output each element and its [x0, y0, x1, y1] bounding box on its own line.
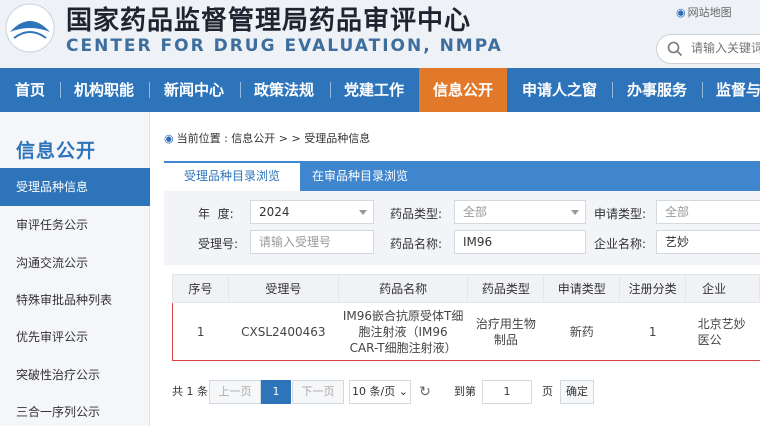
tab-in-review-catalog[interactable]: 在审品种目录浏览 [292, 161, 428, 191]
sidebar-item-breakthrough[interactable]: 突破性治疗公示 [0, 356, 150, 394]
apply-type-label: 申请类型: [594, 207, 647, 221]
chevron-down-icon [359, 210, 367, 215]
nav-info-disclosure[interactable]: 信息公开 [419, 68, 507, 112]
location-pin-icon: ◉ [676, 6, 686, 19]
col-header-accept-no: 受理号 [227, 274, 339, 303]
col-header-drug-name: 药品名称 [337, 274, 469, 303]
sidebar-item-three-in-one[interactable]: 三合一序列公示 [0, 393, 150, 426]
page-unit-label: 页 [542, 385, 553, 398]
sidebar-item-review-tasks[interactable]: 审评任务公示 [0, 206, 150, 244]
nav-services[interactable]: 办事服务 [627, 68, 687, 112]
nav-divider [149, 82, 150, 98]
site-title-cn: 国家药品监督管理局药品审评中心 [66, 6, 472, 36]
drug-name-input[interactable]: IM96 [454, 230, 586, 254]
drug-type-select[interactable]: 全部 [454, 200, 586, 224]
drug-name-label: 药品名称: [390, 237, 443, 251]
company-input[interactable]: 艺妙 [656, 230, 760, 254]
search-icon[interactable] [667, 41, 683, 57]
col-header-reg-class: 注册分类 [619, 274, 687, 303]
search-input[interactable] [691, 41, 760, 55]
nav-divider [330, 82, 331, 98]
tab-bar: 受理品种目录浏览 在审品种目录浏览 [164, 161, 760, 191]
page-1-button[interactable]: 1 [261, 380, 291, 404]
sidebar-item-special-approval[interactable]: 特殊审批品种列表 [0, 281, 150, 319]
chevron-down-icon [571, 210, 579, 215]
nav-divider [60, 82, 61, 98]
cell-reg-class: 1 [619, 302, 686, 361]
nav-divider [702, 82, 703, 98]
page-size-select[interactable]: 10 条/页 ⌄ [349, 380, 411, 404]
cell-drug-type: 治疗用生物制品 [467, 302, 544, 361]
nav-home[interactable]: 首页 [15, 68, 45, 112]
drug-type-value: 全部 [463, 205, 488, 219]
search-box[interactable] [656, 34, 760, 64]
location-pin-icon: ◉ [164, 132, 174, 145]
sidebar-item-communication[interactable]: 沟通交流公示 [0, 244, 150, 282]
year-value: 2024 [259, 205, 290, 219]
sidebar-item-priority-review[interactable]: 优先审评公示 [0, 318, 150, 356]
cell-drug-name: IM96嵌合抗原受体T细胞注射液（IM96 CAR-T细胞注射液） [338, 302, 468, 361]
main-content: ◉ 当前位置 : 信息公开 > > 受理品种信息 受理品种目录浏览 在审品种目录浏… [150, 112, 760, 426]
year-label: 年 度: [198, 207, 234, 221]
sitemap-label: 网站地图 [687, 6, 732, 19]
nav-news[interactable]: 新闻中心 [164, 68, 224, 112]
main-nav: 首页 机构职能 新闻中心 政策法规 党建工作 信息公开 申请人之窗 办事服务 监… [0, 68, 760, 112]
chevron-down-icon: ⌄ [395, 385, 408, 398]
nav-supervision[interactable]: 监督与 [716, 68, 760, 112]
refresh-icon[interactable]: ↻ [418, 380, 432, 404]
apply-type-value: 全部 [665, 205, 690, 219]
goto-label: 到第 [454, 385, 476, 398]
col-header-index: 序号 [172, 274, 229, 303]
table-header-row: 序号 受理号 药品名称 药品类型 申请类型 注册分类 企业 [172, 274, 760, 303]
tab-accepted-catalog[interactable]: 受理品种目录浏览 [164, 161, 301, 191]
nav-functions[interactable]: 机构职能 [74, 68, 134, 112]
next-page-button[interactable]: 下一页 [292, 380, 344, 404]
drug-type-label: 药品类型: [390, 207, 443, 221]
goto-page-input[interactable]: 1 [482, 380, 532, 404]
total-count: 共 1 条 [172, 385, 208, 398]
page-size-value: 10 条/页 [352, 385, 396, 398]
sidebar-item-accepted-varieties[interactable]: 受理品种信息 [0, 168, 150, 206]
cell-apply-type: 新药 [543, 302, 620, 361]
confirm-button[interactable]: 确定 [560, 380, 594, 404]
results-table: 序号 受理号 药品名称 药品类型 申请类型 注册分类 企业 1 CXSL2400… [172, 274, 760, 361]
breadcrumb-text: 当前位置 : 信息公开 > > 受理品种信息 [176, 132, 371, 145]
cell-accept-no: CXSL2400463 [228, 302, 339, 361]
cell-index: 1 [172, 302, 229, 361]
nav-party[interactable]: 党建工作 [344, 68, 404, 112]
site-header: 国家药品监督管理局药品审评中心 CENTER FOR DRUG EVALUATI… [0, 0, 760, 70]
cde-logo-icon [5, 3, 55, 53]
nav-applicant[interactable]: 申请人之窗 [522, 68, 597, 112]
apply-type-select[interactable]: 全部 [656, 200, 760, 224]
filter-panel: 年 度: 2024 药品类型: 全部 申请类型: 全部 受理号: 请输入受理号 … [164, 191, 760, 265]
col-header-company: 企业 [685, 274, 760, 303]
nav-divider [612, 82, 613, 98]
company-label: 企业名称: [594, 237, 647, 251]
sidebar-title: 信息公开 [16, 140, 97, 162]
table-row[interactable]: 1 CXSL2400463 IM96嵌合抗原受体T细胞注射液（IM96 CAR-… [172, 302, 760, 361]
nav-policy[interactable]: 政策法规 [254, 68, 314, 112]
prev-page-button[interactable]: 上一页 [209, 380, 261, 404]
year-select[interactable]: 2024 [250, 200, 374, 224]
sidebar: 信息公开 受理品种信息 审评任务公示 沟通交流公示 特殊审批品种列表 优先审评公… [0, 112, 150, 426]
site-title-en: CENTER FOR DRUG EVALUATION, NMPA [66, 36, 503, 56]
nav-divider [240, 82, 241, 98]
col-header-apply-type: 申请类型 [543, 274, 621, 303]
breadcrumb: ◉ 当前位置 : 信息公开 > > 受理品种信息 [164, 130, 370, 146]
accept-no-input[interactable]: 请输入受理号 [250, 230, 374, 254]
sitemap-link[interactable]: ◉ 网站地图 [676, 4, 732, 20]
cell-company: 北京艺妙医公 [685, 302, 760, 361]
col-header-drug-type: 药品类型 [467, 274, 545, 303]
accept-no-label: 受理号: [198, 237, 239, 251]
